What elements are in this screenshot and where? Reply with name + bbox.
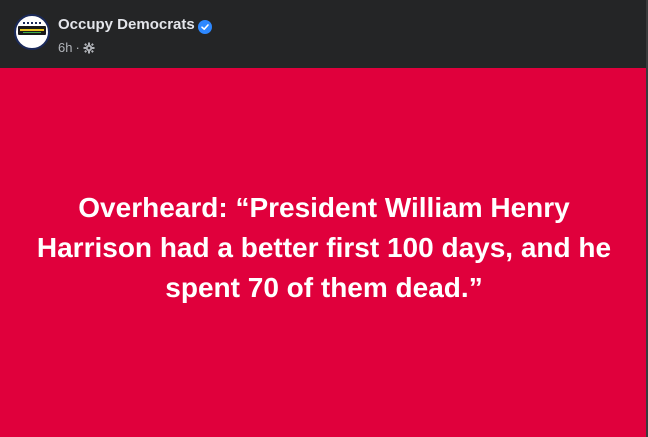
meta-separator: ·	[75, 40, 80, 55]
verified-badge-icon	[198, 20, 212, 34]
post-card: Occupy Democrats 6h · Overheard: “Presid…	[0, 0, 648, 437]
post-meta: 6h ·	[58, 40, 95, 55]
post-header: Occupy Democrats 6h ·	[0, 0, 648, 68]
gear-icon[interactable]	[83, 42, 95, 54]
post-quote-text: Overheard: “President William Henry Harr…	[36, 191, 612, 303]
text-post-background[interactable]: Overheard: “President William Henry Harr…	[0, 68, 648, 437]
post-timestamp[interactable]: 6h	[58, 40, 72, 55]
page-name-link[interactable]: Occupy Democrats	[58, 16, 195, 33]
logo-stripe	[20, 29, 44, 31]
logo-stripe-green	[23, 32, 41, 33]
page-avatar[interactable]	[14, 14, 50, 50]
